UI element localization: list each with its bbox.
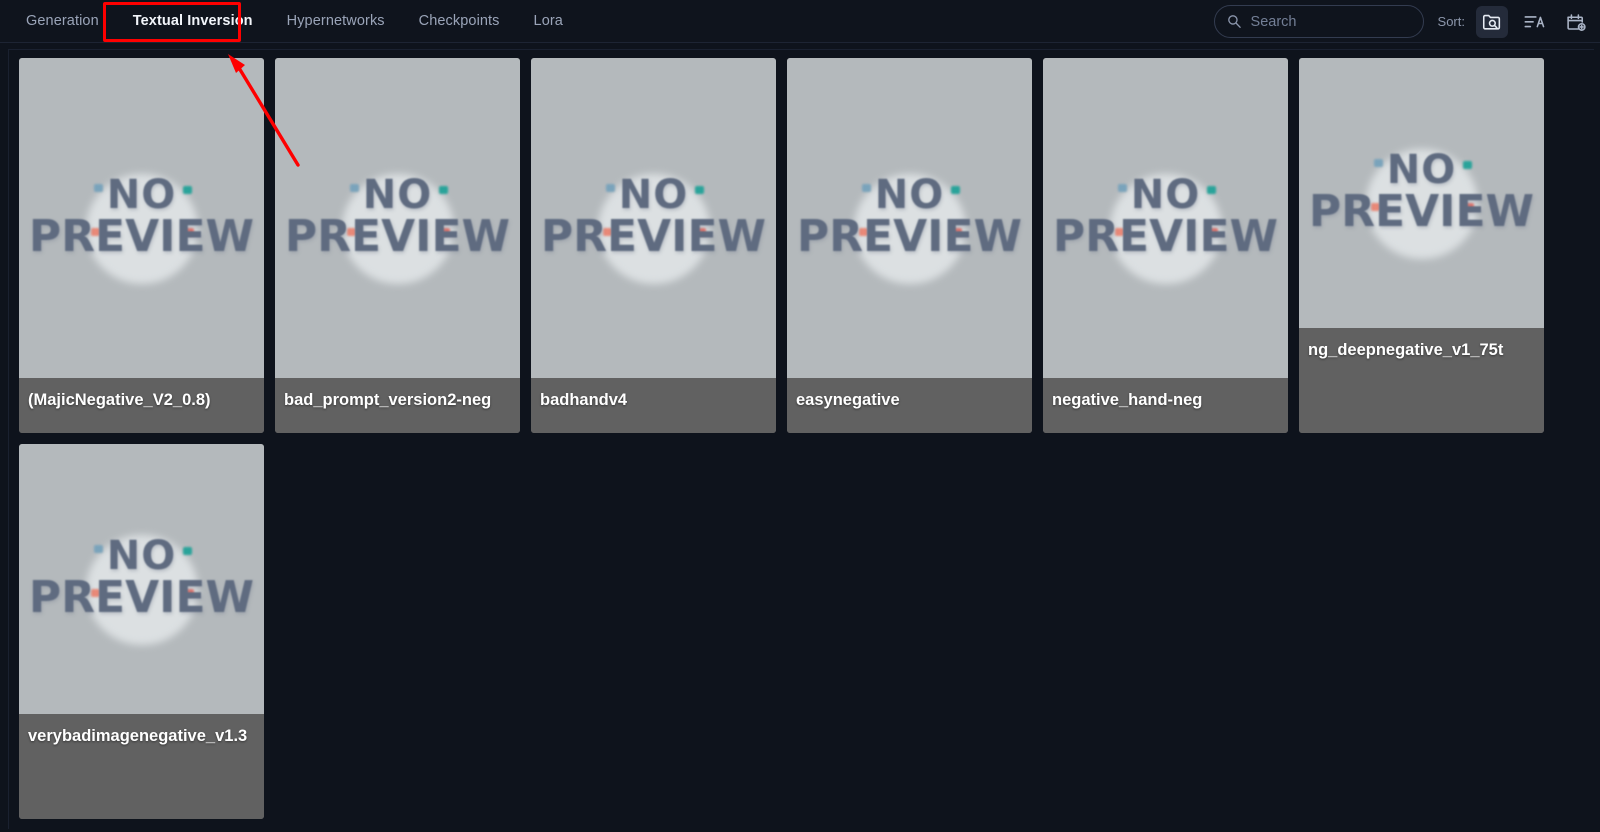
tab-generation[interactable]: Generation [9,0,116,43]
card-label: easynegative [787,378,1032,433]
toolbar-right-group: Sort: [1213,0,1592,43]
no-preview-line2: PREVIEW [1052,211,1279,262]
card-thumbnail: NO PREVIEW [531,58,776,378]
no-preview-placeholder-icon: NO PREVIEW [1046,148,1286,288]
no-preview-line2: PREVIEW [28,211,255,262]
tab-lora[interactable]: Lora [517,0,580,43]
tab-checkpoints[interactable]: Checkpoints [402,0,517,43]
model-card[interactable]: NO PREVIEW negative_hand-neg [1043,58,1288,433]
calendar-plus-glyph [1567,13,1586,31]
card-thumbnail: NO PREVIEW [275,58,520,378]
tab-bar: Generation Textual Inversion Hypernetwor… [0,0,580,43]
card-thumbnail: NO PREVIEW [1299,58,1544,328]
search-input[interactable] [1250,13,1438,30]
no-preview-line2: PREVIEW [1308,186,1535,237]
card-label: (MajicNegative_V2_0.8) [19,378,264,433]
no-preview-line2: PREVIEW [540,211,767,262]
model-card[interactable]: NO PREVIEW (MajicNegative_V2_0.8) [19,58,264,433]
card-thumbnail: NO PREVIEW [19,58,264,378]
sort-by-date-icon[interactable] [1560,6,1592,38]
card-label: bad_prompt_version2-neg [275,378,520,433]
card-label: ng_deepnegative_v1_75t [1299,328,1544,433]
folder-search-glyph [1482,14,1501,30]
tab-hypernetworks[interactable]: Hypernetworks [270,0,402,43]
no-preview-placeholder-icon: NO PREVIEW [278,148,518,288]
model-card[interactable]: NO PREVIEW verybadimagenegative_v1.3 [19,444,264,819]
card-label: verybadimagenegative_v1.3 [19,714,264,819]
no-preview-placeholder-icon: NO PREVIEW [22,509,262,649]
no-preview-placeholder-icon: NO PREVIEW [534,148,774,288]
model-grid-container[interactable]: NO PREVIEW (MajicNegative_V2_0.8) NO PRE… [8,49,1594,829]
model-card[interactable]: NO PREVIEW badhandv4 [531,58,776,433]
model-browser-app: Generation Textual Inversion Hypernetwor… [0,0,1600,832]
model-card[interactable]: NO PREVIEW bad_prompt_version2-neg [275,58,520,433]
card-thumbnail: NO PREVIEW [787,58,1032,378]
card-label: negative_hand-neg [1043,378,1288,433]
no-preview-placeholder-icon: NO PREVIEW [790,148,1030,288]
model-card[interactable]: NO PREVIEW ng_deepnegative_v1_75t [1299,58,1544,433]
sort-az-glyph [1524,15,1545,27]
no-preview-line2: PREVIEW [284,211,511,262]
model-grid: NO PREVIEW (MajicNegative_V2_0.8) NO PRE… [19,58,1594,819]
no-preview-placeholder-icon: NO PREVIEW [22,148,262,288]
no-preview-line2: PREVIEW [796,211,1023,262]
card-thumbnail: NO PREVIEW [19,444,264,714]
search-icon [1227,15,1241,28]
top-toolbar: Generation Textual Inversion Hypernetwor… [0,0,1600,43]
search-box[interactable] [1213,5,1438,38]
card-thumbnail: NO PREVIEW [1043,58,1288,378]
sort-alphabetical-icon[interactable] [1518,6,1550,38]
sort-label: Sort: [1437,14,1465,29]
no-preview-placeholder-icon: NO PREVIEW [1302,123,1542,263]
no-preview-line2: PREVIEW [28,572,255,623]
card-label: badhandv4 [531,378,776,433]
tab-textual-inversion[interactable]: Textual Inversion [116,0,270,43]
sort-by-path-icon[interactable] [1476,5,1508,38]
model-card[interactable]: NO PREVIEW easynegative [787,58,1032,433]
